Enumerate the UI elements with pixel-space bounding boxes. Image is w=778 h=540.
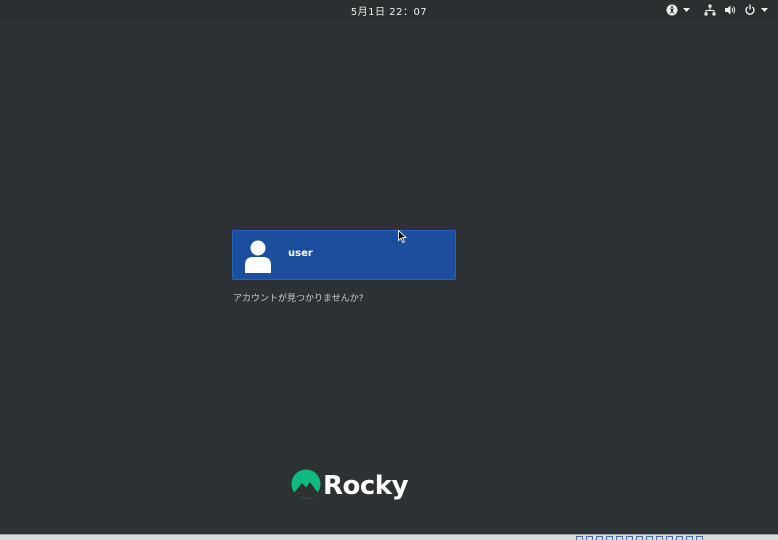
mouse-pointer-icon <box>398 229 408 248</box>
not-listed-link[interactable]: アカウントが見つかりませんか? <box>233 291 364 304</box>
network-icon <box>704 4 716 16</box>
rocky-mountain-icon <box>291 469 321 503</box>
host-taskbar <box>0 534 778 540</box>
accessibility-menu[interactable] <box>666 4 690 16</box>
taskbar-icon[interactable] <box>666 536 673 540</box>
power-icon <box>744 4 756 16</box>
taskbar-icon[interactable] <box>636 536 643 540</box>
taskbar-icon[interactable] <box>686 536 693 540</box>
volume-icon <box>724 4 736 16</box>
username-label: user <box>288 248 313 259</box>
user-login-button[interactable]: user <box>232 230 456 280</box>
accessibility-icon <box>666 4 678 16</box>
taskbar-icon[interactable] <box>676 536 683 540</box>
taskbar-icon[interactable] <box>596 536 603 540</box>
login-screen: 5月1日 22：07 user アカウントが見つかりませんか? Rocky <box>0 0 778 540</box>
taskbar-icon[interactable] <box>696 536 703 540</box>
logo-text: Rocky <box>323 471 409 501</box>
taskbar-icon[interactable] <box>576 536 583 540</box>
taskbar-icon[interactable] <box>646 536 653 540</box>
system-tray <box>652 2 768 18</box>
taskbar-icons <box>576 536 706 540</box>
taskbar-icon[interactable] <box>586 536 593 540</box>
taskbar-icon[interactable] <box>606 536 613 540</box>
system-menu[interactable] <box>704 4 768 16</box>
rocky-logo: Rocky <box>291 469 409 503</box>
chevron-down-icon <box>761 7 768 13</box>
user-avatar-icon <box>243 239 273 273</box>
taskbar-icon[interactable] <box>626 536 633 540</box>
taskbar-icon[interactable] <box>656 536 663 540</box>
chevron-down-icon <box>683 7 690 13</box>
top-bar: 5月1日 22：07 <box>0 0 778 20</box>
taskbar-icon[interactable] <box>616 536 623 540</box>
